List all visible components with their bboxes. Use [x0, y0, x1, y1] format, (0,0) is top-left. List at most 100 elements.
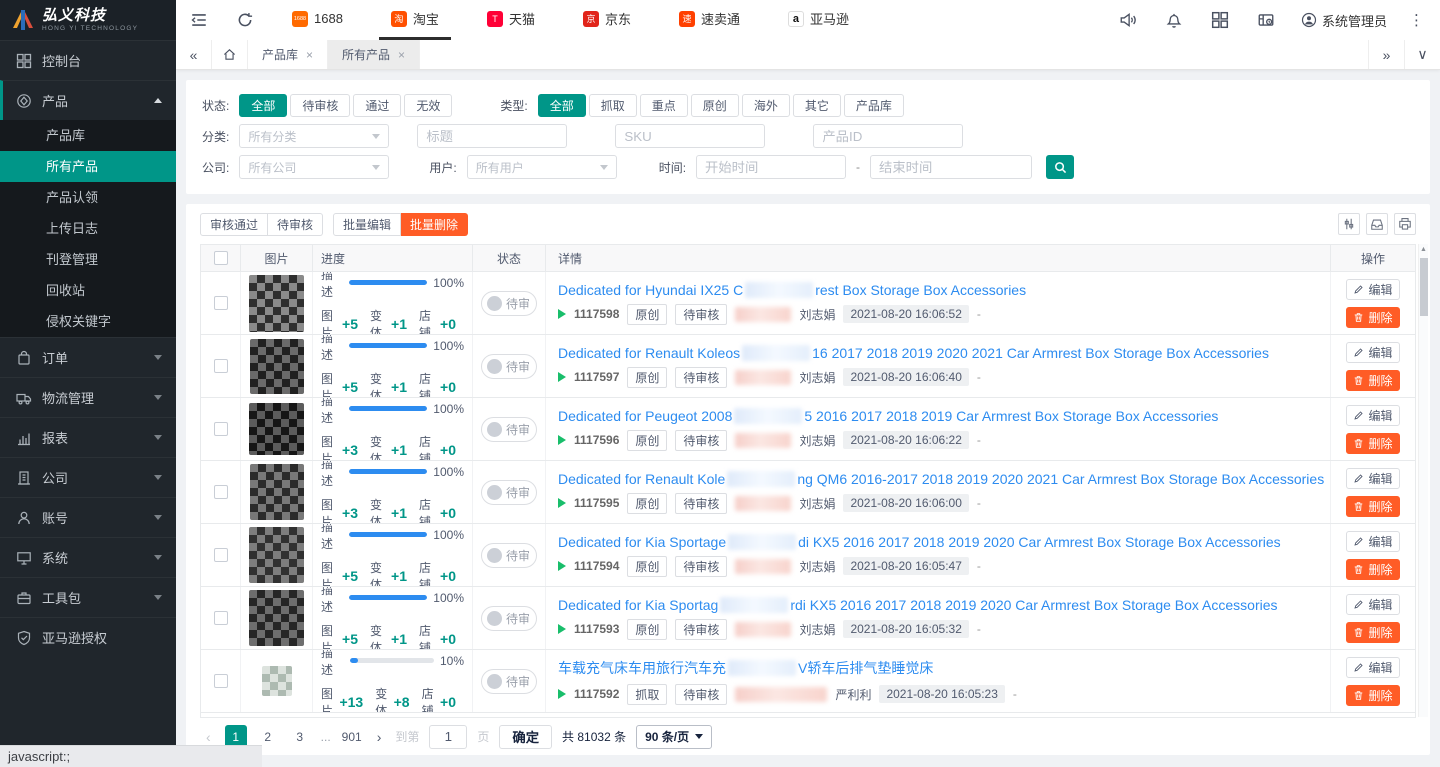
- table-scrollbar[interactable]: ▲: [1418, 244, 1428, 717]
- play-icon[interactable]: [558, 498, 566, 508]
- select-all-checkbox[interactable]: [214, 251, 228, 265]
- edit-button[interactable]: 编辑: [1346, 657, 1400, 678]
- sidebar-item-orders[interactable]: 订单: [0, 337, 176, 377]
- edit-button[interactable]: 编辑: [1346, 531, 1400, 552]
- print-button[interactable]: [1394, 213, 1416, 235]
- per-page-select[interactable]: 90 条/页: [636, 725, 712, 749]
- play-icon[interactable]: [558, 435, 566, 445]
- row-checkbox[interactable]: [214, 674, 228, 688]
- delete-button[interactable]: 删除: [1346, 559, 1400, 580]
- approve-button[interactable]: 审核通过: [200, 213, 268, 236]
- product-title-link[interactable]: Dedicated for Renault Koleos16 2017 2018…: [558, 345, 1269, 361]
- product-title-link[interactable]: Dedicated for Hyundai IX25 Crest Box Sto…: [558, 282, 1026, 298]
- type-option-scrape[interactable]: 抓取: [589, 94, 637, 117]
- product-title-link[interactable]: Dedicated for Renault Koleng QM6 2016-20…: [558, 471, 1324, 487]
- edit-button[interactable]: 编辑: [1346, 279, 1400, 300]
- sidebar-item-product-library[interactable]: 产品库: [0, 120, 176, 151]
- refresh-button[interactable]: [222, 0, 268, 40]
- announcement-button[interactable]: [1105, 0, 1151, 40]
- coupon-button[interactable]: [1243, 0, 1289, 40]
- start-time-input[interactable]: [696, 155, 846, 179]
- tab-all-products[interactable]: 所有产品 ×: [328, 40, 420, 69]
- type-option-key[interactable]: 重点: [640, 94, 688, 117]
- delete-button[interactable]: 删除: [1346, 685, 1400, 706]
- sidebar-item-dashboard[interactable]: 控制台: [0, 40, 176, 80]
- play-icon[interactable]: [558, 561, 566, 571]
- row-checkbox[interactable]: [214, 422, 228, 436]
- edit-button[interactable]: 编辑: [1346, 468, 1400, 489]
- sidebar-item-product[interactable]: 产品: [0, 80, 176, 120]
- goto-page-input[interactable]: [429, 725, 467, 749]
- row-checkbox[interactable]: [214, 485, 228, 499]
- delete-button[interactable]: 删除: [1346, 622, 1400, 643]
- edit-button[interactable]: 编辑: [1346, 405, 1400, 426]
- status-option-pending[interactable]: 待审核: [290, 94, 350, 117]
- page-button-3[interactable]: 3: [289, 725, 311, 748]
- prev-page-button[interactable]: ‹: [202, 729, 215, 745]
- tabs-scroll-left-button[interactable]: «: [176, 40, 212, 69]
- search-button[interactable]: [1046, 155, 1074, 179]
- row-checkbox[interactable]: [214, 611, 228, 625]
- play-icon[interactable]: [558, 309, 566, 319]
- delete-button[interactable]: 删除: [1346, 433, 1400, 454]
- sidebar-item-listing-management[interactable]: 刊登管理: [0, 244, 176, 275]
- status-option-approved[interactable]: 通过: [353, 94, 401, 117]
- play-icon[interactable]: [558, 689, 566, 699]
- product-thumbnail[interactable]: [249, 275, 304, 332]
- delete-button[interactable]: 删除: [1346, 370, 1400, 391]
- delete-button[interactable]: 删除: [1346, 307, 1400, 328]
- user-select[interactable]: 所有用户: [467, 155, 617, 179]
- marketplace-tab-tmall[interactable]: T 天猫: [475, 0, 547, 40]
- sidebar-collapse-button[interactable]: [176, 0, 222, 40]
- marketplace-tab-aliexpress[interactable]: 速 速卖通: [667, 0, 752, 40]
- sidebar-item-amazon-auth[interactable]: 亚马逊授权: [0, 617, 176, 657]
- sidebar-item-upload-log[interactable]: 上传日志: [0, 213, 176, 244]
- sidebar-item-reports[interactable]: 报表: [0, 417, 176, 457]
- product-thumbnail[interactable]: [262, 666, 292, 696]
- product-title-link[interactable]: Dedicated for Kia Sportagrdi KX5 2016 20…: [558, 597, 1278, 613]
- category-select[interactable]: 所有分类: [239, 124, 389, 148]
- product-thumbnail[interactable]: [250, 339, 304, 394]
- product-id-input[interactable]: [813, 124, 963, 148]
- marketplace-tab-jd[interactable]: 京 京东: [571, 0, 643, 40]
- status-option-all[interactable]: 全部: [239, 94, 287, 117]
- type-option-original[interactable]: 原创: [691, 94, 739, 117]
- home-tab-button[interactable]: [212, 40, 248, 69]
- apps-button[interactable]: [1197, 0, 1243, 40]
- row-checkbox[interactable]: [214, 548, 228, 562]
- marketplace-tab-taobao[interactable]: 淘 淘宝: [379, 0, 451, 40]
- sidebar-item-system[interactable]: 系统: [0, 537, 176, 577]
- export-button[interactable]: [1366, 213, 1388, 235]
- status-option-invalid[interactable]: 无效: [404, 94, 452, 117]
- company-select[interactable]: 所有公司: [239, 155, 389, 179]
- row-checkbox[interactable]: [214, 296, 228, 310]
- tabs-collapse-button[interactable]: ∨: [1404, 40, 1440, 69]
- type-option-overseas[interactable]: 海外: [742, 94, 790, 117]
- next-page-button[interactable]: ›: [373, 729, 386, 745]
- more-menu-button[interactable]: ⋮: [1399, 11, 1440, 29]
- title-input[interactable]: [417, 124, 567, 148]
- user-menu[interactable]: 系统管理员: [1289, 11, 1399, 30]
- product-title-link[interactable]: Dedicated for Kia Sportagedi KX5 2016 20…: [558, 534, 1281, 550]
- sidebar-item-product-claim[interactable]: 产品认领: [0, 182, 176, 213]
- play-icon[interactable]: [558, 624, 566, 634]
- play-icon[interactable]: [558, 372, 566, 382]
- product-thumbnail[interactable]: [249, 403, 304, 455]
- column-settings-button[interactable]: [1338, 213, 1360, 235]
- end-time-input[interactable]: [870, 155, 1032, 179]
- goto-confirm-button[interactable]: 确定: [499, 725, 552, 749]
- page-button-last[interactable]: 901: [341, 725, 363, 748]
- sidebar-item-infringement-keywords[interactable]: 侵权关键字: [0, 306, 176, 337]
- close-icon[interactable]: ×: [398, 48, 405, 62]
- tabs-scroll-right-button[interactable]: »: [1368, 40, 1404, 69]
- type-option-other[interactable]: 其它: [793, 94, 841, 117]
- edit-button[interactable]: 编辑: [1346, 594, 1400, 615]
- sidebar-item-company[interactable]: 公司: [0, 457, 176, 497]
- product-thumbnail[interactable]: [250, 464, 304, 520]
- sidebar-item-account[interactable]: 账号: [0, 497, 176, 537]
- scrollbar-thumb[interactable]: [1420, 258, 1428, 316]
- sidebar-item-all-products[interactable]: 所有产品: [0, 151, 176, 182]
- tab-product-library[interactable]: 产品库 ×: [248, 40, 328, 69]
- sidebar-item-logistics[interactable]: 物流管理: [0, 377, 176, 417]
- sidebar-item-recycle-bin[interactable]: 回收站: [0, 275, 176, 306]
